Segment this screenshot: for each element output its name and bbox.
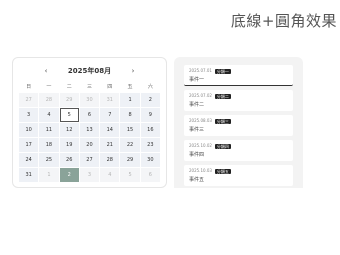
event-title: 事件四	[189, 152, 205, 158]
calendar-day[interactable]: 28	[39, 93, 59, 107]
calendar-day[interactable]: 8	[120, 108, 140, 122]
event-date: 2025.07.02	[189, 93, 212, 98]
weekday-label: 五	[127, 84, 133, 90]
event-category-badge: 分類四	[214, 143, 231, 149]
weekday-label: 一	[46, 84, 52, 90]
calendar-day[interactable]: 30	[79, 93, 100, 107]
calendar-day[interactable]: 24	[19, 153, 39, 167]
calendar-day[interactable]: 31	[19, 168, 39, 182]
calendar-day-today[interactable]: 5	[59, 108, 79, 122]
calendar-day[interactable]: 1	[120, 93, 140, 107]
calendar-day[interactable]: 4	[100, 168, 120, 182]
calendar-day[interactable]: 4	[39, 108, 59, 122]
calendar-day[interactable]: 18	[39, 138, 59, 152]
event-title: 事件三	[189, 127, 205, 133]
event-meta: 2025.07.02 分類二	[189, 93, 288, 99]
calendar-day[interactable]: 1	[39, 168, 59, 182]
calendar-day[interactable]: 7	[100, 108, 120, 122]
calendar-day[interactable]: 31	[100, 93, 120, 107]
weekday-label: 三	[86, 84, 92, 90]
calendar-day[interactable]: 30	[140, 153, 160, 167]
calendar-day[interactable]: 3	[79, 168, 100, 182]
calendar-day[interactable]: 26	[59, 153, 79, 167]
next-month-icon[interactable]: ›	[128, 64, 138, 78]
calendar-day[interactable]: 20	[79, 138, 100, 152]
event-item[interactable]: 2025.07.01 分類一 事件一	[184, 65, 293, 86]
weekday-label: 六	[147, 84, 153, 90]
calendar-day[interactable]: 6	[140, 168, 160, 182]
event-item[interactable]: 2025.10.02 分類四 事件四	[184, 140, 293, 161]
calendar-day[interactable]: 19	[59, 138, 79, 152]
weekday-label: 四	[107, 84, 113, 90]
event-meta: 2025.08.03 分類三	[189, 118, 288, 124]
page-title: 底線+圓角效果	[230, 12, 337, 30]
calendar-day[interactable]: 29	[59, 93, 79, 107]
calendar-day[interactable]: 5	[120, 168, 140, 182]
event-category-badge: 分類一	[214, 68, 231, 74]
event-date: 2025.07.01	[189, 68, 212, 73]
calendar-day[interactable]: 27	[79, 153, 100, 167]
event-meta: 2025.10.03 分類五	[189, 168, 288, 174]
calendar: ‹ 2025年08月 › 日 一 二 三 四 五 六 27 28 29 30 31 1 2 3…	[12, 57, 167, 188]
event-item[interactable]: 2025.10.03 分類五 事件五	[184, 165, 293, 186]
event-date: 2025.10.03	[189, 168, 212, 173]
event-category-badge: 分類三	[214, 118, 231, 124]
event-date: 2025.08.03	[189, 118, 212, 123]
event-list: 2025.07.01 分類一 事件一 2025.07.02 分類二 事件二 2025.08.…	[174, 57, 303, 188]
event-item[interactable]: 2025.07.02 分類二 事件二	[184, 90, 293, 111]
event-meta: 2025.07.01 分類一	[189, 68, 288, 74]
event-title: 事件二	[189, 102, 205, 108]
calendar-day[interactable]: 29	[120, 153, 140, 167]
calendar-day[interactable]: 23	[140, 138, 160, 152]
calendar-header: ‹ 2025年08月 ›	[19, 64, 160, 78]
calendar-day[interactable]: 17	[19, 138, 39, 152]
calendar-day[interactable]: 22	[120, 138, 140, 152]
event-title: 事件一	[189, 77, 205, 83]
calendar-day-selected[interactable]: 2	[59, 168, 79, 182]
event-title: 事件五	[189, 177, 205, 183]
calendar-day[interactable]: 16	[140, 123, 160, 137]
calendar-day[interactable]: 2	[140, 93, 160, 107]
calendar-day[interactable]: 6	[79, 108, 100, 122]
calendar-day[interactable]: 21	[100, 138, 120, 152]
event-date: 2025.10.02	[189, 143, 212, 148]
calendar-day[interactable]: 14	[100, 123, 120, 137]
calendar-day[interactable]: 10	[19, 123, 39, 137]
calendar-day[interactable]: 28	[100, 153, 120, 167]
event-item[interactable]: 2025.08.03 分類三 事件三	[184, 115, 293, 136]
calendar-grid: 日 一 二 三 四 五 六 27 28 29 30 31 1 2 3 4 5 6 7 8 9 10 11 12 1…	[19, 82, 160, 182]
calendar-day[interactable]: 3	[19, 108, 39, 122]
event-category-badge: 分類二	[214, 93, 231, 99]
event-category-badge: 分類五	[214, 168, 231, 174]
weekday-label: 二	[66, 84, 72, 90]
calendar-day[interactable]: 11	[39, 123, 59, 137]
calendar-day[interactable]: 9	[140, 108, 160, 122]
calendar-day[interactable]: 27	[19, 93, 39, 107]
calendar-day[interactable]: 13	[79, 123, 100, 137]
weekday-label: 日	[26, 84, 32, 90]
calendar-day[interactable]: 25	[39, 153, 59, 167]
calendar-day[interactable]: 15	[120, 123, 140, 137]
calendar-day[interactable]: 12	[59, 123, 79, 137]
prev-month-icon[interactable]: ‹	[41, 64, 51, 78]
event-meta: 2025.10.02 分類四	[189, 143, 288, 149]
